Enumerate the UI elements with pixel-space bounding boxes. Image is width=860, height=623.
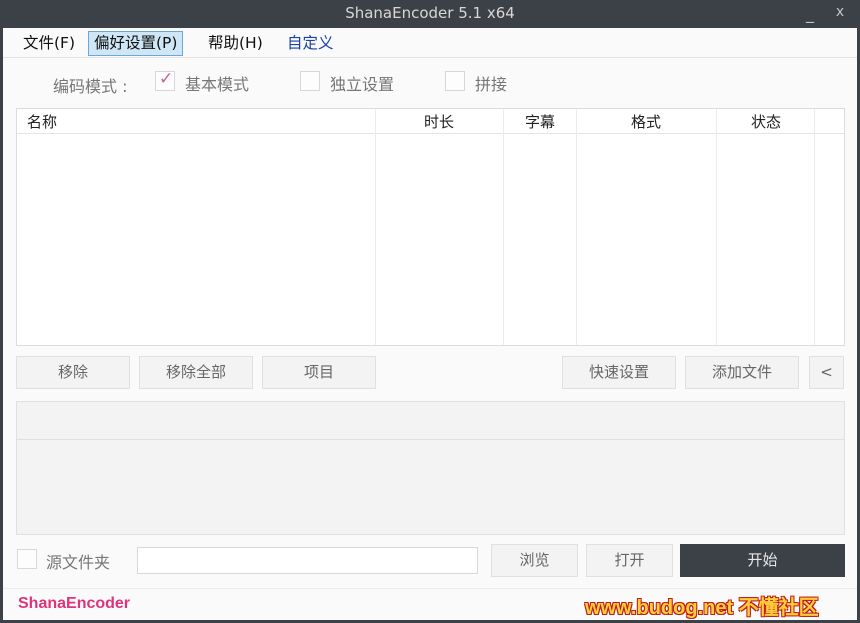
independent-settings-label[interactable]: 独立设置 — [330, 71, 394, 95]
independent-settings-checkbox[interactable] — [300, 71, 320, 91]
menu-preferences[interactable]: 偏好设置(P) — [88, 31, 184, 56]
watermark: www.budog.net 不懂社区 — [585, 597, 819, 619]
file-list[interactable]: 名称 时长 字幕 格式 状态 — [16, 108, 845, 346]
output-path-input[interactable] — [137, 547, 478, 574]
status-bar: ShanaEncoder www.budog.net 不懂社区 — [3, 588, 857, 620]
column-header-format[interactable]: 格式 — [631, 111, 661, 132]
title-bar: ShanaEncoder 5.1 x64 _ x — [0, 0, 860, 28]
minimize-button[interactable]: _ — [801, 4, 819, 23]
column-header-name[interactable]: 名称 — [27, 111, 57, 132]
menu-custom[interactable]: 自定义 — [281, 31, 340, 56]
file-list-header: 名称 时长 字幕 格式 状态 — [17, 109, 844, 134]
progress-panel-header — [17, 402, 844, 440]
close-button[interactable]: x — [831, 4, 849, 20]
brand-logo: ShanaEncoder — [18, 595, 131, 612]
encode-mode-label: 编码模式 : — [53, 77, 128, 96]
item-button[interactable]: 项目 — [262, 356, 376, 389]
basic-mode-checkbox[interactable]: ✓ — [155, 69, 175, 91]
concat-checkbox[interactable] — [445, 71, 465, 91]
column-divider — [375, 109, 376, 345]
column-divider — [716, 109, 717, 345]
menu-help[interactable]: 帮助(H) — [202, 31, 269, 56]
menu-file[interactable]: 文件(F) — [17, 31, 81, 56]
concat-label[interactable]: 拼接 — [475, 71, 507, 95]
source-folder-checkbox[interactable] — [17, 549, 37, 569]
encode-mode-row: 编码模式 : ✓ 基本模式 独立设置 拼接 — [3, 66, 857, 96]
column-divider — [503, 109, 504, 345]
remove-all-button[interactable]: 移除全部 — [139, 356, 253, 389]
open-button[interactable]: 打开 — [586, 544, 673, 577]
column-header-status[interactable]: 状态 — [751, 111, 781, 132]
quick-settings-button[interactable]: 快速设置 — [562, 356, 676, 389]
source-folder-label[interactable]: 源文件夹 — [46, 549, 110, 573]
column-divider — [576, 109, 577, 345]
start-button[interactable]: 开始 — [680, 544, 845, 577]
remove-button[interactable]: 移除 — [16, 356, 130, 389]
add-file-button[interactable]: 添加文件 — [685, 356, 799, 389]
basic-mode-label[interactable]: 基本模式 — [185, 71, 249, 95]
column-divider — [814, 109, 815, 345]
progress-panel — [16, 401, 845, 535]
menu-bar: 文件(F) 偏好设置(P) 帮助(H) 自定义 — [3, 28, 857, 58]
collapse-button[interactable]: < — [809, 356, 844, 389]
window-title: ShanaEncoder 5.1 x64 — [345, 4, 515, 22]
main-window: 文件(F) 偏好设置(P) 帮助(H) 自定义 编码模式 : ✓ 基本模式 独立… — [3, 28, 857, 620]
column-header-subtitle[interactable]: 字幕 — [525, 111, 555, 132]
browse-button[interactable]: 浏览 — [491, 544, 578, 577]
check-icon: ✓ — [159, 69, 174, 89]
column-header-duration[interactable]: 时长 — [424, 111, 454, 132]
